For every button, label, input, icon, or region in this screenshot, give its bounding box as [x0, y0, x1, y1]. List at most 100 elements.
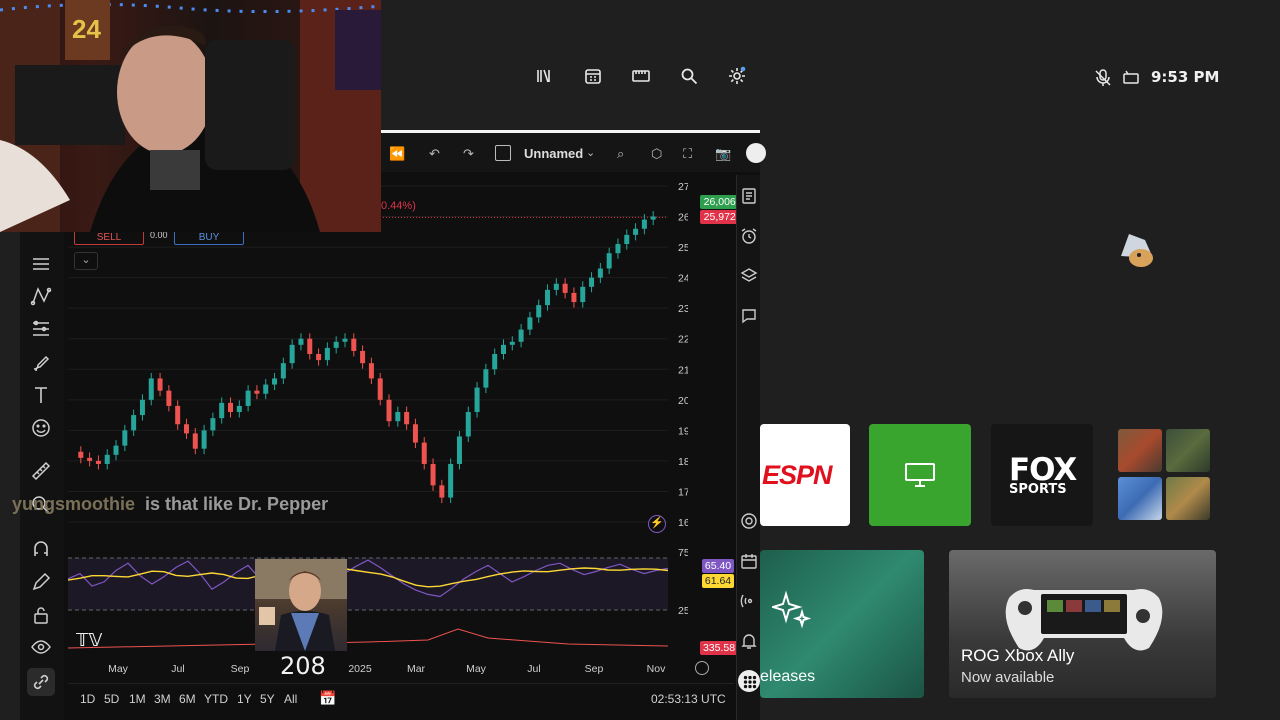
redo-icon[interactable]: ↷: [463, 146, 474, 162]
reaction-clip: [255, 559, 347, 651]
tf-1d[interactable]: 1D: [80, 692, 95, 706]
webcam-overlay: 24: [0, 0, 381, 232]
store-icon[interactable]: [583, 66, 603, 86]
y-tick-label: 16,000.00: [678, 517, 688, 529]
alarm-icon[interactable]: [740, 227, 758, 245]
tv-app-tile[interactable]: [869, 424, 971, 526]
axis-settings-icon[interactable]: [695, 661, 709, 675]
game-tile-1[interactable]: [1118, 429, 1162, 472]
x-tick-label: May: [466, 663, 487, 675]
price-chart[interactable]: 27,000.00 26,000.00 25,000.00 24,000.00 23,0…: [68, 178, 688, 678]
rewind-icon[interactable]: ⏪: [389, 146, 405, 162]
search-icon[interactable]: [679, 66, 699, 86]
y-tick-label: 23,000.00: [678, 303, 688, 315]
candle-body: [386, 399, 392, 422]
tf-1y[interactable]: 1Y: [237, 692, 252, 706]
lines-icon[interactable]: [30, 253, 52, 275]
candle-body: [580, 286, 586, 303]
apps-grid-icon[interactable]: [738, 670, 760, 692]
tf-6m[interactable]: 6M: [179, 692, 196, 706]
ruler-icon[interactable]: [30, 460, 52, 482]
library-icon[interactable]: [535, 66, 555, 86]
publish-button[interactable]: [746, 143, 766, 163]
bell-icon[interactable]: [740, 632, 758, 650]
candle-body: [307, 338, 313, 354]
eye-icon[interactable]: [30, 636, 52, 658]
hexagon-settings-icon[interactable]: ⬡: [651, 146, 662, 162]
rog-xbox-ally-tile[interactable]: ROG Xbox Ally Now available: [949, 550, 1216, 698]
tf-5y[interactable]: 5Y: [260, 692, 275, 706]
brush-icon[interactable]: [30, 351, 52, 373]
tf-3m[interactable]: 3M: [154, 692, 171, 706]
candle-body: [183, 424, 189, 434]
rsi-ma-value-tag: 61.64: [702, 574, 734, 588]
y-tick-label: 18,000.00: [678, 456, 688, 468]
mic-muted-icon: [1093, 68, 1113, 88]
tf-ytd[interactable]: YTD: [204, 692, 228, 706]
chevron-down-icon[interactable]: ⌄: [586, 146, 595, 159]
pattern-icon[interactable]: [30, 285, 52, 307]
fox-sports-tile[interactable]: FOX SPORTS: [991, 424, 1093, 526]
camera-icon[interactable]: 📷: [715, 146, 731, 162]
candle-body: [148, 378, 154, 400]
pencil-lock-icon[interactable]: [30, 571, 52, 593]
watchlist-icon[interactable]: [740, 187, 758, 205]
clock: 9:53 PM: [1151, 68, 1220, 86]
layers-icon[interactable]: [740, 267, 758, 285]
candle-body: [368, 363, 374, 379]
new-releases-tile[interactable]: eleases: [760, 550, 924, 698]
chat-message: yungsmoothie is that like Dr. Pepper: [12, 494, 328, 515]
magnet-icon[interactable]: [30, 538, 52, 560]
layout-name[interactable]: Unnamed: [524, 146, 583, 161]
candle-body: [245, 390, 251, 406]
settings-icon[interactable]: [727, 66, 747, 86]
x-tick-label: Jul: [527, 663, 540, 675]
candle-body: [527, 317, 533, 330]
candle-body: [395, 412, 401, 422]
candle-body: [589, 277, 595, 287]
candle-body: [439, 485, 445, 498]
layout-icon[interactable]: [495, 145, 511, 161]
candle-body: [545, 289, 551, 306]
broadcast-icon[interactable]: [740, 592, 758, 610]
undo-icon[interactable]: ↶: [429, 146, 440, 162]
candle-body: [518, 329, 524, 342]
svg-text:24: 24: [72, 14, 101, 44]
chart-toolbar: ⏪ ↶ ↷ Unnamed ⌄ ⌕ ⬡ ⛶ 📷: [381, 130, 766, 172]
chat-icon[interactable]: [740, 307, 758, 325]
candle-body: [272, 378, 278, 385]
utc-clock: 02:53:13 UTC: [651, 692, 726, 706]
candle-body: [650, 216, 656, 220]
fib-icon[interactable]: [30, 318, 52, 340]
link-icon[interactable]: [27, 668, 55, 696]
game-pass-icon[interactable]: [631, 66, 651, 86]
x-tick-label: May: [108, 663, 129, 675]
tf-1m[interactable]: 1M: [129, 692, 146, 706]
candle-body: [562, 283, 568, 293]
target-icon[interactable]: [740, 512, 758, 530]
date-range-icon[interactable]: 📅: [319, 690, 336, 707]
avatar[interactable]: [1115, 228, 1159, 270]
fullscreen-icon[interactable]: ⛶: [683, 146, 692, 162]
candle-body: [280, 363, 286, 379]
candle-body: [377, 378, 383, 400]
game-tile-4[interactable]: [1166, 477, 1210, 520]
candle-body: [448, 463, 454, 498]
candle-body: [571, 292, 577, 303]
game-tile-3[interactable]: [1118, 477, 1162, 520]
calendar-icon[interactable]: [740, 552, 758, 570]
quick-search-icon[interactable]: ⌕: [617, 146, 624, 162]
emoji-icon[interactable]: [30, 417, 52, 439]
y-tick-label: 24,000.00: [678, 273, 688, 285]
text-icon[interactable]: [30, 384, 52, 406]
candle-body: [430, 463, 436, 486]
tf-all[interactable]: All: [284, 692, 297, 706]
game-tile-2[interactable]: [1166, 429, 1210, 472]
tf-5d[interactable]: 5D: [104, 692, 119, 706]
espn-tile[interactable]: ESPN: [760, 424, 850, 526]
lock-icon[interactable]: [30, 604, 52, 626]
x-tick-label: Jul: [171, 663, 184, 675]
candle-body: [95, 460, 101, 464]
lightning-icon[interactable]: ⚡: [648, 515, 666, 533]
candle-body: [122, 430, 128, 446]
